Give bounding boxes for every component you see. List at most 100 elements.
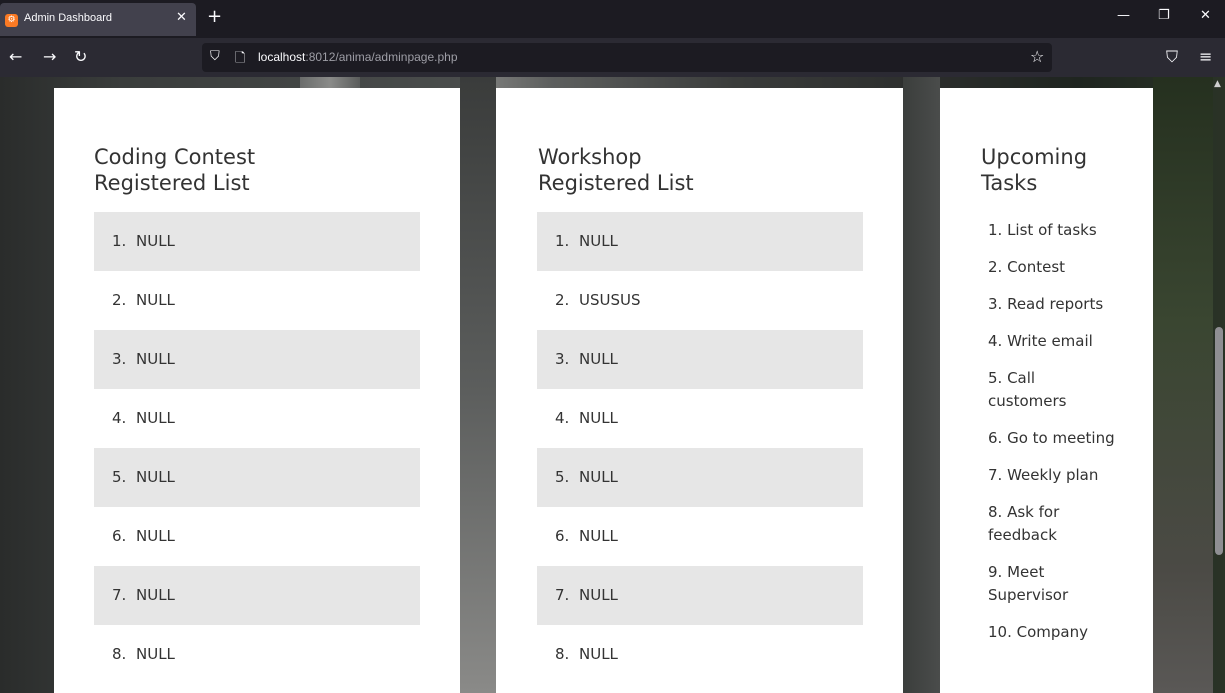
upcoming-tasks-card: Upcoming Tasks 1. List of tasks 2. Conte… [940, 88, 1153, 693]
task-item: 5. Call customers [988, 369, 1067, 410]
tab-title: Admin Dashboard [24, 12, 113, 24]
item-text: NULL [136, 232, 175, 250]
list-item: 5. NULL [537, 448, 863, 507]
list-item: 6. NULL [537, 507, 863, 566]
list-item: 2. USUSUS [537, 271, 863, 330]
scroll-thumb[interactable] [1215, 327, 1223, 555]
item-text: NULL [136, 409, 175, 427]
url-text[interactable]: localhost:8012/anima/adminpage.php [258, 50, 458, 64]
item-text: NULL [136, 350, 175, 368]
reload-icon[interactable]: ↻ [74, 48, 87, 66]
item-text: NULL [136, 586, 175, 604]
item-number: 3. [555, 350, 570, 368]
workshop-title: Workshop Registered List [538, 144, 694, 196]
item-number: 1. [555, 232, 570, 250]
item-text: NULL [579, 527, 618, 545]
item-number: 4. [112, 409, 127, 427]
list-item: 1. NULL [94, 212, 420, 271]
url-path: :8012/anima/adminpage.php [305, 50, 458, 64]
coding-contest-card: Coding Contest Registered List 1. NULL 2.… [54, 88, 460, 693]
bookmark-star-icon[interactable]: ☆ [1030, 47, 1044, 66]
forward-icon[interactable]: → [43, 48, 56, 66]
coding-contest-title-line1: Coding Contest [94, 145, 256, 169]
item-number: 3. [112, 350, 127, 368]
close-tab-icon[interactable]: ✕ [176, 10, 187, 25]
item-text: NULL [136, 645, 175, 663]
coding-contest-list: 1. NULL 2. NULL 3. NULL 4. NULL 5. NULL 6. NUL… [94, 212, 420, 684]
item-number: 2. [112, 291, 127, 309]
upcoming-tasks-list: 1. List of tasks 2. Contest 3. Read repo… [988, 219, 1118, 658]
task-item: 10. Company [988, 623, 1088, 641]
item-text: NULL [136, 468, 175, 486]
background-corridor [460, 77, 496, 693]
navigation-toolbar: ← → ↻ ⛉ 🗋 localhost:8012/anima/adminpage… [0, 38, 1225, 77]
minimize-icon[interactable]: — [1117, 8, 1130, 23]
coding-contest-title-line2: Registered List [94, 171, 250, 195]
item-number: 5. [112, 468, 127, 486]
pocket-icon[interactable]: ⛉ [1166, 48, 1178, 66]
tab-admin-dashboard[interactable]: ⚙ Admin Dashboard ✕ [0, 3, 196, 36]
task-item: 4. Write email [988, 332, 1093, 350]
page-icon[interactable]: 🗋 [235, 49, 245, 71]
upcoming-tasks-title-line1: Upcoming [981, 145, 1088, 169]
task-item: 7. Weekly plan [988, 466, 1099, 484]
shield-icon[interactable]: ⛉ [210, 49, 220, 64]
address-bar[interactable]: ⛉ 🗋 localhost:8012/anima/adminpage.php ☆ [202, 43, 1052, 72]
list-item: 4. NULL [537, 389, 863, 448]
item-text: NULL [579, 468, 618, 486]
list-item: 4. NULL [94, 389, 420, 448]
item-text: NULL [136, 527, 175, 545]
item-number: 7. [112, 586, 127, 604]
workshop-title-line1: Workshop [538, 145, 642, 169]
item-text: NULL [579, 232, 618, 250]
item-number: 6. [555, 527, 570, 545]
background-wall [903, 77, 940, 693]
back-icon[interactable]: ← [9, 48, 22, 66]
list-item: 1. NULL [537, 212, 863, 271]
list-item: 8. NULL [537, 625, 863, 684]
item-number: 1. [112, 232, 127, 250]
item-number: 2. [555, 291, 570, 309]
item-number: 5. [555, 468, 570, 486]
app-menu-icon[interactable]: ≡ [1199, 48, 1212, 66]
item-number: 8. [555, 645, 570, 663]
item-number: 4. [555, 409, 570, 427]
list-item: 3. NULL [94, 330, 420, 389]
list-item: 5. NULL [94, 448, 420, 507]
task-item: 6. Go to meeting [988, 429, 1115, 447]
task-item: 8. Ask for feedback [988, 503, 1060, 544]
list-item: 8. NULL [94, 625, 420, 684]
item-text: NULL [579, 409, 618, 427]
background-trees [1153, 77, 1213, 693]
window-close-icon[interactable]: ✕ [1200, 8, 1211, 23]
item-text: NULL [579, 350, 618, 368]
item-number: 7. [555, 586, 570, 604]
upcoming-tasks-title: Upcoming Tasks [981, 144, 1087, 196]
xampp-favicon-icon: ⚙ [5, 14, 18, 27]
task-item: 2. Contest [988, 258, 1066, 276]
url-host: localhost [258, 50, 306, 64]
item-number: 6. [112, 527, 127, 545]
restore-icon[interactable]: ❐ [1158, 8, 1170, 23]
task-item: 9. Meet Supervisor [988, 563, 1069, 604]
upcoming-tasks-title-line2: Tasks [981, 171, 1038, 195]
workshop-title-line2: Registered List [538, 171, 694, 195]
item-text: NULL [136, 291, 175, 309]
page-scrollbar[interactable]: ▲ [1212, 77, 1225, 693]
item-text: NULL [579, 586, 618, 604]
list-item: 3. NULL [537, 330, 863, 389]
workshop-card: Workshop Registered List 1. NULL 2. USUSUS… [496, 88, 903, 693]
coding-contest-title: Coding Contest Registered List [94, 144, 255, 196]
list-item: 7. NULL [537, 566, 863, 625]
list-item: 6. NULL [94, 507, 420, 566]
page-viewport: Coding Contest Registered List 1. NULL 2.… [0, 77, 1225, 693]
task-item: 1. List of tasks [988, 221, 1097, 239]
list-item: 2. NULL [94, 271, 420, 330]
workshop-list: 1. NULL 2. USUSUS 3. NULL 4. NULL 5. NULL 6. N… [537, 212, 863, 684]
item-text: USUSUS [579, 291, 641, 309]
item-number: 8. [112, 645, 127, 663]
item-text: NULL [579, 645, 618, 663]
scroll-up-icon[interactable]: ▲ [1214, 79, 1221, 89]
new-tab-icon[interactable]: + [207, 7, 222, 27]
task-item: 3. Read reports [988, 295, 1104, 313]
